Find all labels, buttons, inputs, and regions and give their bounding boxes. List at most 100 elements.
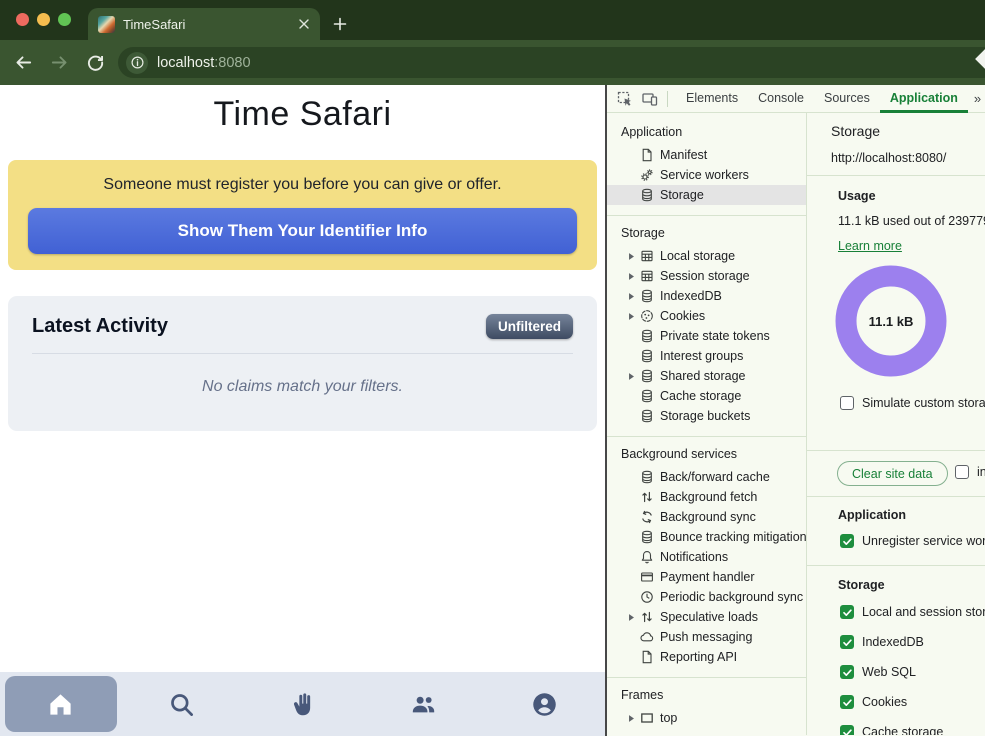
search-icon bbox=[168, 691, 195, 718]
indexeddb-checkbox-checked[interactable] bbox=[840, 635, 854, 649]
storage-option-label: Local and session stora bbox=[862, 605, 985, 619]
pane-divider bbox=[807, 175, 985, 176]
database-icon bbox=[640, 470, 654, 484]
disclosure-triangle-icon[interactable] bbox=[627, 272, 636, 281]
simulate-quota-checkbox[interactable] bbox=[840, 396, 854, 410]
browser-tab[interactable]: TimeSafari bbox=[88, 8, 320, 40]
sidebar-item-background-fetch[interactable]: Background fetch bbox=[607, 487, 806, 507]
frame-icon bbox=[640, 711, 654, 725]
section-background-services: Background services Back/forward cache B… bbox=[607, 436, 806, 677]
sidebar-item-manifest[interactable]: Manifest bbox=[607, 145, 806, 165]
tab-console[interactable]: Console bbox=[748, 85, 814, 113]
address-bar[interactable]: localhost:8080 bbox=[118, 47, 985, 78]
sidebar-item-push-messaging[interactable]: Push messaging bbox=[607, 627, 806, 647]
unregister-sw-checkbox-checked[interactable] bbox=[840, 534, 854, 548]
nav-search[interactable] bbox=[121, 672, 242, 736]
storage-option-row: IndexedDB bbox=[840, 635, 924, 649]
tab-sources[interactable]: Sources bbox=[814, 85, 880, 113]
unregister-sw-label: Unregister service wor bbox=[862, 534, 985, 548]
pane-divider bbox=[807, 496, 985, 497]
sidebar-item-storage-buckets[interactable]: Storage buckets bbox=[607, 406, 806, 426]
storage-option-row: Local and session stora bbox=[840, 605, 985, 619]
section-title: Storage bbox=[607, 224, 806, 246]
section-storage: Storage Local storage Session storage In… bbox=[607, 215, 806, 436]
home-icon bbox=[47, 691, 74, 718]
disclosure-triangle-icon[interactable] bbox=[627, 292, 636, 301]
latest-activity-card: Latest Activity Unfiltered No claims mat… bbox=[8, 296, 597, 431]
sidebar-item-background-sync[interactable]: Background sync bbox=[607, 507, 806, 527]
clear-site-data-button[interactable]: Clear site data bbox=[837, 461, 948, 486]
usage-heading: Usage bbox=[838, 189, 876, 203]
filter-badge[interactable]: Unfiltered bbox=[486, 314, 573, 339]
browser-toolbar: localhost:8080 bbox=[0, 40, 985, 85]
new-tab-icon[interactable] bbox=[333, 17, 347, 31]
disclosure-triangle-icon[interactable] bbox=[627, 613, 636, 622]
tab-application[interactable]: Application bbox=[880, 85, 968, 113]
disclosure-triangle-icon[interactable] bbox=[627, 714, 636, 723]
more-tabs-icon[interactable]: » bbox=[968, 91, 985, 106]
sidebar-item-notifications[interactable]: Notifications bbox=[607, 547, 806, 567]
bottom-nav bbox=[0, 672, 605, 736]
device-toolbar-icon[interactable] bbox=[642, 91, 658, 107]
inspect-element-icon[interactable] bbox=[617, 91, 633, 107]
storage-pane: Storage http://localhost:8080/ Usage 11.… bbox=[807, 113, 985, 735]
reload-icon[interactable] bbox=[86, 53, 105, 72]
web-sql-checkbox-checked[interactable] bbox=[840, 665, 854, 679]
sidebar-item-private-state-tokens[interactable]: Private state tokens bbox=[607, 326, 806, 346]
storage-option-label: Cache storage bbox=[862, 725, 943, 735]
storage-pane-title: Storage bbox=[831, 123, 880, 139]
nav-home[interactable] bbox=[0, 672, 121, 736]
sidebar-item-session-storage[interactable]: Session storage bbox=[607, 266, 806, 286]
site-info-icon[interactable] bbox=[126, 52, 148, 74]
nav-profile[interactable] bbox=[484, 672, 605, 736]
close-window-button[interactable] bbox=[16, 13, 29, 26]
card-divider bbox=[32, 353, 573, 354]
storage-heading: Storage bbox=[838, 578, 885, 592]
simulate-quota-label: Simulate custom stora bbox=[862, 396, 985, 410]
sidebar-item-service-workers[interactable]: Service workers bbox=[607, 165, 806, 185]
sidebar-item-periodic-background-sync[interactable]: Periodic background sync bbox=[607, 587, 806, 607]
tab-elements[interactable]: Elements bbox=[676, 85, 748, 113]
sidebar-item-back-forward-cache[interactable]: Back/forward cache bbox=[607, 467, 806, 487]
sidebar-item-cache-storage[interactable]: Cache storage bbox=[607, 386, 806, 406]
sidebar-item-label: Speculative loads bbox=[660, 610, 758, 624]
devtools-tabbar: Elements Console Sources Application » bbox=[607, 85, 985, 113]
pane-divider bbox=[807, 565, 985, 566]
local-session-storage-checkbox-checked[interactable] bbox=[840, 605, 854, 619]
cache-storage-checkbox-checked[interactable] bbox=[840, 725, 854, 735]
sidebar-item-cookies[interactable]: Cookies bbox=[607, 306, 806, 326]
nav-contacts[interactable] bbox=[363, 672, 484, 736]
storage-option-label: IndexedDB bbox=[862, 635, 924, 649]
include-cookies-checkbox[interactable] bbox=[955, 465, 969, 479]
application-sidebar: Application Manifest Service workers Sto… bbox=[607, 113, 807, 735]
cookies-checkbox-checked[interactable] bbox=[840, 695, 854, 709]
section-title: Application bbox=[607, 123, 806, 145]
forward-icon[interactable] bbox=[50, 53, 69, 72]
home-button-active[interactable] bbox=[5, 676, 117, 732]
minimize-window-button[interactable] bbox=[37, 13, 50, 26]
table-icon bbox=[640, 269, 654, 283]
disclosure-triangle-icon[interactable] bbox=[627, 312, 636, 321]
show-identifier-info-button[interactable]: Show Them Your Identifier Info bbox=[28, 208, 577, 254]
sidebar-item-indexeddb[interactable]: IndexedDB bbox=[607, 286, 806, 306]
disclosure-triangle-icon[interactable] bbox=[627, 372, 636, 381]
pane-divider bbox=[807, 450, 985, 451]
sidebar-item-payment-handler[interactable]: Payment handler bbox=[607, 567, 806, 587]
sidebar-item-interest-groups[interactable]: Interest groups bbox=[607, 346, 806, 366]
tab-close-icon[interactable] bbox=[298, 18, 310, 30]
back-icon[interactable] bbox=[14, 53, 33, 72]
sidebar-item-bounce-tracking-mitigation[interactable]: Bounce tracking mitigation bbox=[607, 527, 806, 547]
sidebar-item-local-storage[interactable]: Local storage bbox=[607, 246, 806, 266]
sidebar-item-storage[interactable]: Storage bbox=[607, 185, 806, 205]
sidebar-item-speculative-loads[interactable]: Speculative loads bbox=[607, 607, 806, 627]
sidebar-item-reporting-api[interactable]: Reporting API bbox=[607, 647, 806, 667]
zoom-window-button[interactable] bbox=[58, 13, 71, 26]
learn-more-link[interactable]: Learn more bbox=[838, 239, 902, 253]
include-cookies-row: in bbox=[955, 465, 985, 479]
nav-projects[interactable] bbox=[242, 672, 363, 736]
sidebar-item-shared-storage[interactable]: Shared storage bbox=[607, 366, 806, 386]
page-viewport: Time Safari Someone must register you be… bbox=[0, 85, 605, 736]
disclosure-triangle-icon[interactable] bbox=[627, 252, 636, 261]
sidebar-item-frame-top[interactable]: top bbox=[607, 708, 806, 728]
payment-card-icon bbox=[640, 570, 654, 584]
